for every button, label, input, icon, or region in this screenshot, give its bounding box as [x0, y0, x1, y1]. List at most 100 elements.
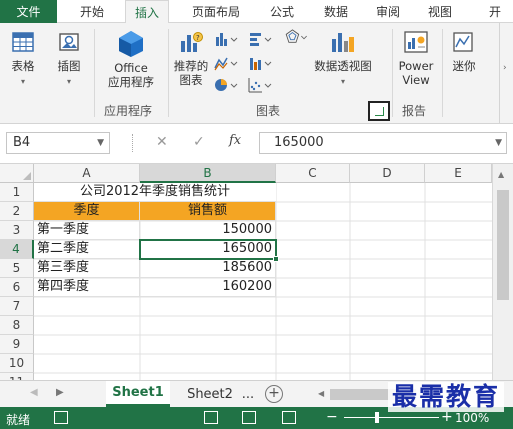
sparklines-label: 迷你 [452, 59, 476, 73]
tab-insert[interactable]: 插入 [125, 0, 169, 24]
column-header-b[interactable]: B [140, 164, 276, 183]
row-header-5[interactable]: 5 [0, 259, 34, 278]
header-cell-sales[interactable]: 销售额 [140, 202, 276, 221]
sparklines-button[interactable]: 迷你 [444, 29, 484, 73]
radar-chart-icon[interactable] [284, 29, 308, 45]
page-layout-view-icon[interactable] [242, 411, 256, 424]
expand-formula-icon[interactable]: ▼ [495, 133, 502, 153]
worksheet-grid[interactable]: A B C D E 1 2 3 4 5 6 7 8 9 10 11 公司2012… [0, 164, 513, 380]
vertical-scroll-thumb[interactable] [497, 190, 509, 300]
ribbon-separator [442, 29, 443, 117]
tab-page-layout[interactable]: 页面布局 [180, 0, 252, 23]
row-header-9[interactable]: 9 [0, 335, 34, 354]
vertical-scrollbar[interactable]: ▲ [492, 164, 513, 380]
fill-handle[interactable] [273, 256, 279, 262]
title-cell[interactable]: 公司2012年季度销售统计 [34, 183, 276, 202]
tab-home[interactable]: 开始 [66, 0, 118, 23]
name-box[interactable]: B4 ▼ [6, 132, 110, 154]
column-header-e[interactable]: E [425, 164, 492, 183]
charts-dialog-launcher[interactable] [368, 101, 390, 121]
group-label-apps: 应用程序 [104, 104, 153, 118]
select-all-corner[interactable] [0, 164, 34, 183]
sheet-tab-sheet2[interactable]: Sheet2 [182, 381, 238, 407]
macro-record-icon[interactable] [54, 411, 68, 424]
table-cell[interactable]: 第三季度 [34, 259, 140, 278]
status-ready: 就绪 [6, 413, 31, 427]
sheet-tab-sheet1[interactable]: Sheet1 [106, 381, 170, 407]
ribbon: 表格 ▾ 插图 ▾ Office 应用程序 应用程序 ? 推荐的 图表 数据透视… [0, 23, 513, 124]
zoom-slider-knob[interactable] [375, 412, 379, 423]
ribbon-separator [168, 29, 169, 117]
header-cell-quarter[interactable]: 季度 [34, 202, 140, 221]
scatter-chart-icon[interactable] [248, 77, 272, 93]
illustrations-button[interactable]: 插图 ▾ [50, 29, 88, 89]
stock-chart-icon[interactable] [248, 55, 272, 71]
tab-formulas[interactable]: 公式 [260, 0, 304, 23]
row-header-2[interactable]: 2 [0, 202, 34, 221]
office-apps-label-1: Office [114, 61, 148, 75]
selected-cell[interactable]: 165000 [140, 240, 276, 259]
table-cell[interactable]: 第二季度 [34, 240, 140, 259]
pivot-chart-label: 数据透视图 [314, 59, 372, 73]
tab-developer[interactable]: 开 [478, 0, 512, 23]
group-label-charts: 图表 [256, 104, 281, 118]
column-header-c[interactable]: C [276, 164, 350, 183]
table-button[interactable]: 表格 ▾ [4, 29, 42, 89]
row-header-7[interactable]: 7 [0, 297, 34, 316]
zoom-level[interactable]: 100% [455, 411, 489, 425]
column-header-a[interactable]: A [34, 164, 140, 183]
ribbon-scroll[interactable]: › [499, 23, 513, 123]
svg-text:?: ? [196, 34, 200, 42]
pie-chart-icon[interactable] [214, 77, 238, 93]
column-header-d[interactable]: D [350, 164, 425, 183]
formula-input[interactable]: 165000 ▼ [259, 132, 507, 154]
row-header-8[interactable]: 8 [0, 316, 34, 335]
normal-view-icon[interactable] [204, 411, 218, 424]
power-view-icon [404, 31, 428, 53]
ribbon-tab-bar: 文件 开始 插入 页面布局 公式 数据 审阅 视图 开 [0, 0, 513, 24]
row-header-10[interactable]: 10 [0, 354, 34, 373]
tab-data[interactable]: 数据 [314, 0, 358, 23]
bar-chart-icon[interactable] [248, 31, 272, 47]
row-header-1[interactable]: 1 [0, 183, 34, 202]
sheet-next-icon[interactable]: ▶ [56, 387, 64, 398]
table-cell[interactable]: 160200 [140, 278, 276, 297]
table-cell[interactable]: 第四季度 [34, 278, 140, 297]
sheet-tab-more[interactable]: ... [238, 381, 258, 407]
enter-icon[interactable]: ✓ [193, 134, 205, 150]
row-header-3[interactable]: 3 [0, 221, 34, 240]
office-store-icon [119, 31, 143, 57]
pivot-chart-icon [332, 33, 354, 52]
line-chart-icon[interactable] [214, 55, 238, 71]
add-sheet-button[interactable]: + [265, 385, 283, 403]
recommended-charts-label-1: 推荐的 [173, 59, 209, 73]
cancel-icon[interactable]: ✕ [156, 134, 168, 150]
insert-function-icon[interactable]: fx [229, 133, 241, 148]
zoom-slider[interactable] [344, 417, 439, 418]
row-header-6[interactable]: 6 [0, 278, 34, 297]
recommended-charts-label-2: 图表 [179, 73, 203, 87]
tab-review[interactable]: 审阅 [366, 0, 410, 23]
sheet-prev-icon[interactable]: ◀ [30, 387, 38, 398]
row-header-11[interactable]: 11 [0, 373, 34, 380]
table-cell[interactable]: 185600 [140, 259, 276, 278]
column-chart-icon[interactable] [214, 31, 238, 47]
scroll-left-icon[interactable]: ◀ [318, 389, 324, 398]
illustrations-label: 插图 [57, 59, 81, 73]
table-cell[interactable]: 第一季度 [34, 221, 140, 240]
watermark-text: 最需教育 [388, 382, 505, 412]
tab-view[interactable]: 视图 [418, 0, 462, 23]
scroll-up-icon[interactable]: ▲ [498, 170, 504, 179]
page-break-view-icon[interactable] [282, 411, 296, 424]
row-header-4[interactable]: 4 [0, 240, 34, 259]
recommended-charts-button[interactable]: ? 推荐的 图表 [170, 29, 212, 87]
picture-icon [59, 33, 79, 51]
pivot-chart-button[interactable]: 数据透视图 ▾ [312, 29, 374, 89]
tab-file[interactable]: 文件 [0, 0, 57, 23]
dialog-launcher-icon [374, 106, 384, 116]
table-cell[interactable]: 150000 [140, 221, 276, 240]
zoom-out-icon[interactable]: − [326, 409, 338, 425]
table-dropdown-icon: ▾ [20, 77, 25, 86]
power-view-button[interactable]: Power View [394, 29, 438, 87]
office-apps-button[interactable]: Office 应用程序 [98, 29, 164, 89]
